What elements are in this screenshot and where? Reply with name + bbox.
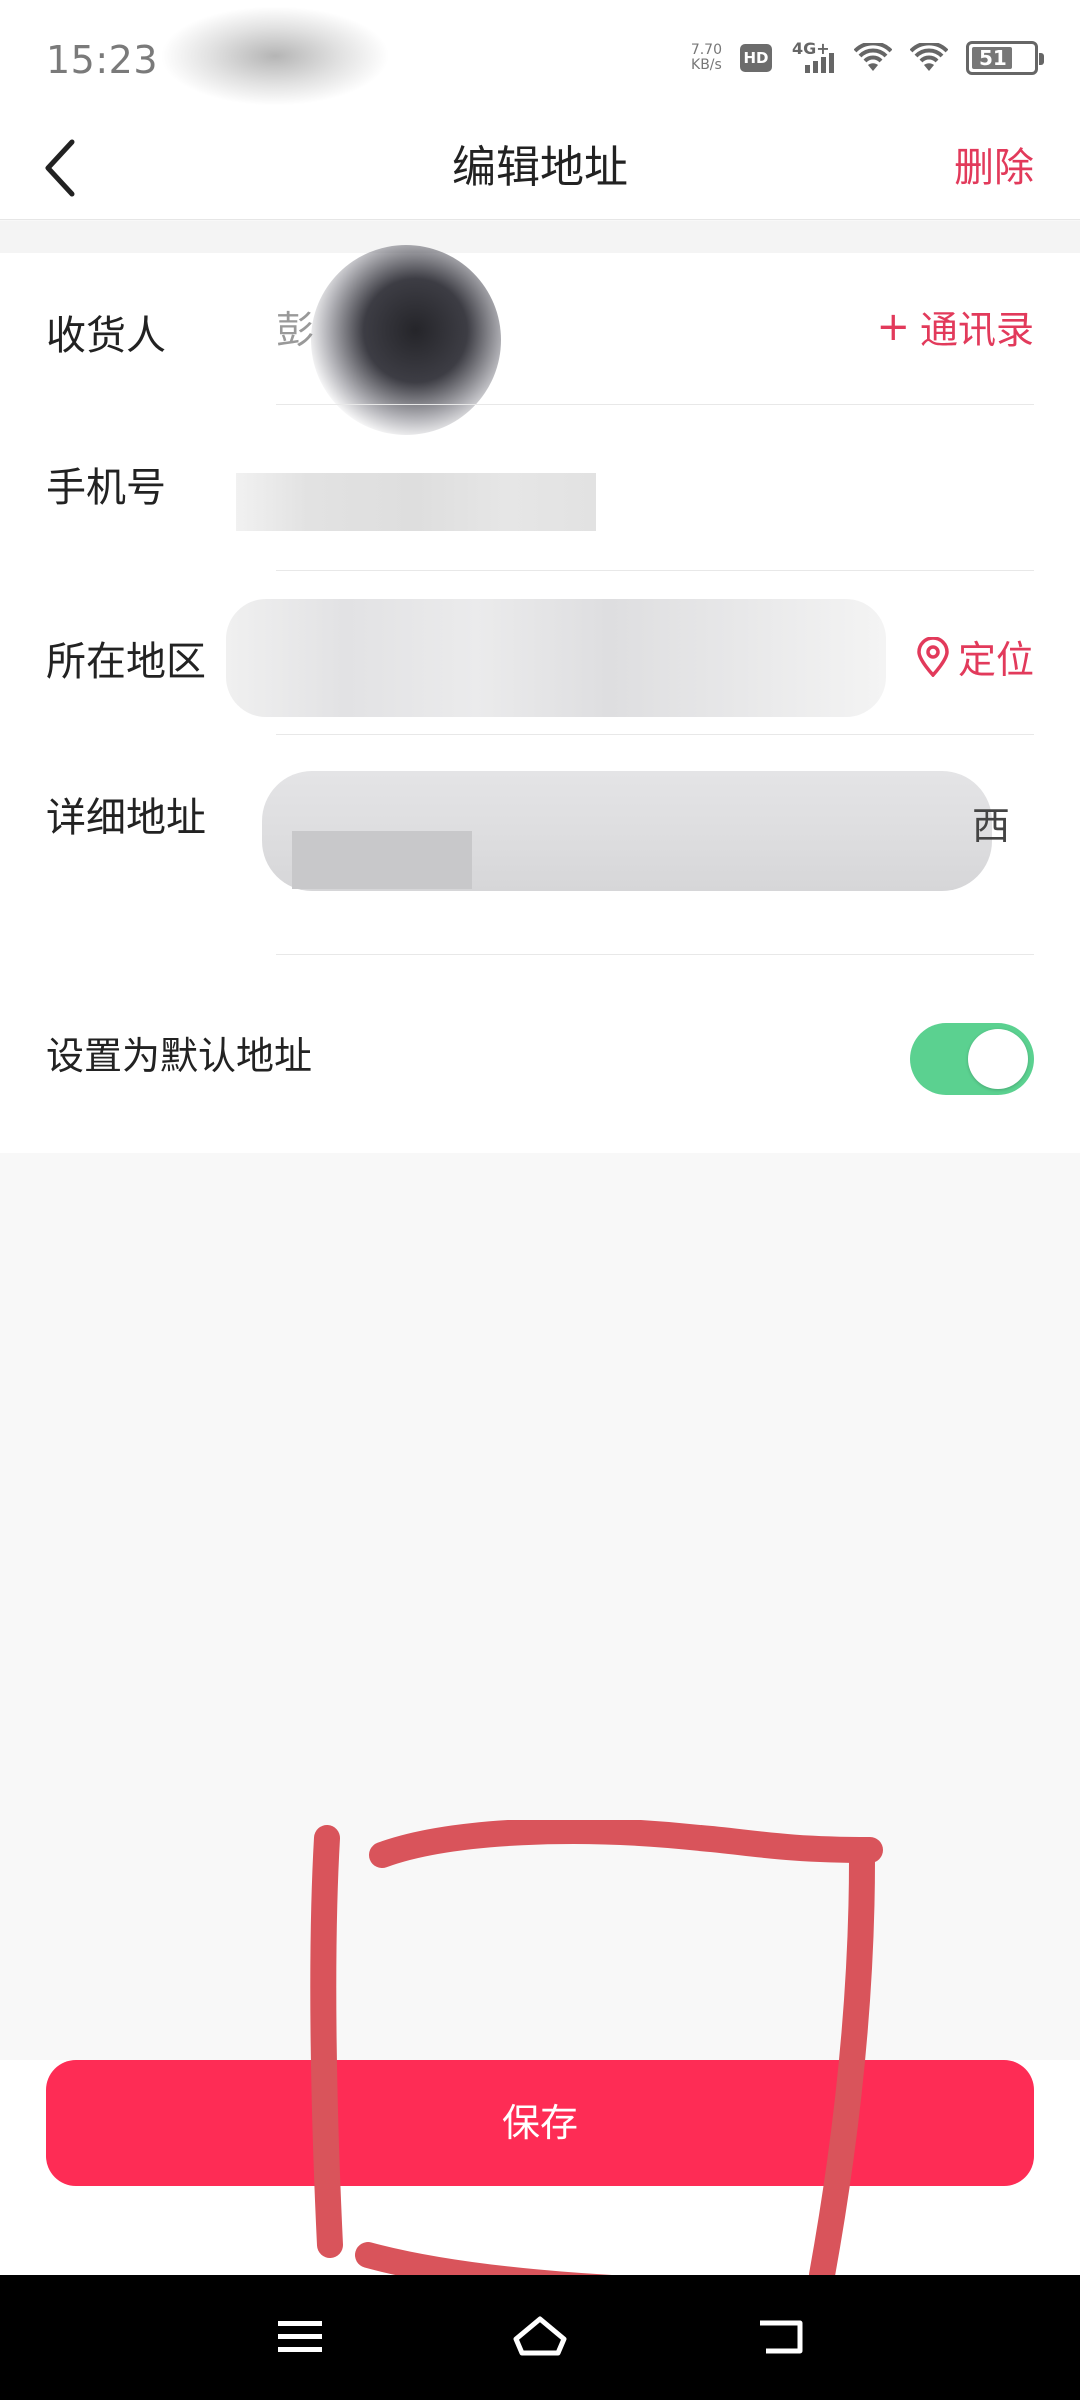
save-bar: 保存 (0, 2060, 1080, 2275)
recipient-label: 收货人 (46, 313, 166, 359)
locate-button[interactable]: 定位 (916, 629, 1034, 684)
address-form: 收货人 彭 + 通讯录 手机号 所在地区 定位 详细地址 西 设置为默认地址 (0, 245, 1080, 1153)
home-icon[interactable] (510, 2313, 570, 2361)
status-icons: 7.70 KB/s HD 4G+ 51 (691, 38, 1044, 78)
address-label: 详细地址 (46, 795, 206, 841)
battery-level: 51 (979, 46, 1007, 70)
recipient-input[interactable]: 彭 (276, 299, 314, 354)
signal-icon: 4G+ (790, 39, 836, 75)
address-tail-text: 西 (972, 804, 1011, 848)
status-bar-smudge (160, 6, 390, 106)
contacts-label: 通讯录 (919, 308, 1034, 352)
locate-label: 定位 (957, 638, 1034, 682)
delete-button[interactable]: 删除 (954, 116, 1034, 220)
system-nav-bar (0, 2275, 1080, 2400)
toggle-knob (968, 1029, 1028, 1089)
wifi-icon (854, 43, 892, 71)
wifi-icon (910, 43, 948, 71)
status-bar: 15:23 7.70 KB/s HD 4G+ 51 (0, 0, 1080, 116)
net-speed: 7.70 KB/s (691, 43, 722, 73)
status-time: 15:23 (46, 38, 159, 82)
nav-bar: 编辑地址 删除 (0, 116, 1080, 220)
hd-icon: HD (740, 44, 772, 72)
region-label: 所在地区 (46, 639, 206, 685)
recipient-row: 收货人 彭 + 通讯录 (46, 245, 1034, 435)
page-title: 编辑地址 (452, 142, 628, 193)
screen: 15:23 7.70 KB/s HD 4G+ 51 编辑地址 删除 收货人 彭 … (0, 0, 1080, 2400)
net-speed-unit: KB/s (691, 57, 722, 73)
save-button[interactable]: 保存 (46, 2060, 1034, 2186)
menu-icon[interactable] (270, 2313, 330, 2361)
phone-row: 手机号 (46, 405, 1034, 571)
default-label: 设置为默认地址 (46, 1034, 313, 1078)
default-row: 设置为默认地址 (46, 955, 1034, 1153)
region-input[interactable] (226, 599, 886, 717)
phone-label: 手机号 (46, 465, 166, 511)
default-toggle[interactable] (910, 1023, 1034, 1095)
contacts-button[interactable]: + 通讯录 (876, 299, 1034, 354)
phone-input[interactable] (236, 473, 596, 531)
net-speed-value: 7.70 (690, 42, 722, 58)
region-row: 所在地区 定位 (46, 571, 1034, 735)
address-input[interactable] (262, 771, 992, 891)
battery-icon: 51 (966, 41, 1044, 75)
location-pin-icon (917, 636, 949, 677)
back-icon[interactable] (752, 2313, 812, 2361)
section-gap (0, 221, 1080, 253)
address-row: 详细地址 西 (46, 735, 1034, 955)
plus-icon: + (876, 303, 910, 350)
